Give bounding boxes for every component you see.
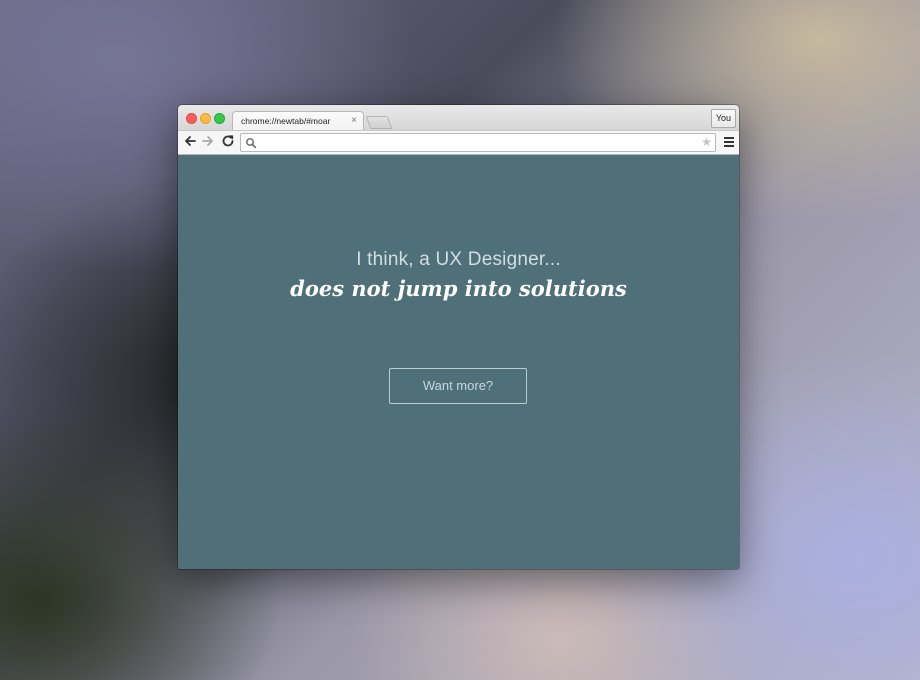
page-content: I think, a UX Designer... does not jump … [178, 155, 739, 569]
window-close-button[interactable] [186, 113, 197, 124]
profile-button[interactable]: You [710, 109, 736, 128]
want-more-button[interactable]: Want more? [389, 368, 527, 404]
window-maximize-button[interactable] [214, 113, 225, 124]
tab-title: chrome://newtab/#moar [241, 116, 331, 126]
tab-strip: chrome://newtab/#moar × You [178, 105, 739, 131]
new-tab-button[interactable] [365, 116, 393, 129]
address-input[interactable] [259, 134, 689, 151]
search-icon [245, 136, 257, 149]
tab-close-icon[interactable]: × [351, 114, 357, 128]
headline: does not jump into solutions [290, 276, 627, 301]
intro-text: I think, a UX Designer... [356, 249, 561, 270]
toolbar: ★ [178, 130, 739, 155]
window-minimize-button[interactable] [200, 113, 211, 124]
forward-icon[interactable] [200, 134, 216, 150]
browser-window: chrome://newtab/#moar × You ★ I think, a… [178, 105, 739, 569]
omnibox[interactable]: ★ [240, 133, 716, 152]
bookmark-star-icon[interactable]: ★ [701, 134, 712, 151]
back-icon[interactable] [182, 134, 198, 150]
hamburger-menu-icon[interactable] [724, 137, 734, 147]
tab-newtab[interactable]: chrome://newtab/#moar × [232, 111, 364, 131]
reload-icon[interactable] [220, 134, 236, 150]
